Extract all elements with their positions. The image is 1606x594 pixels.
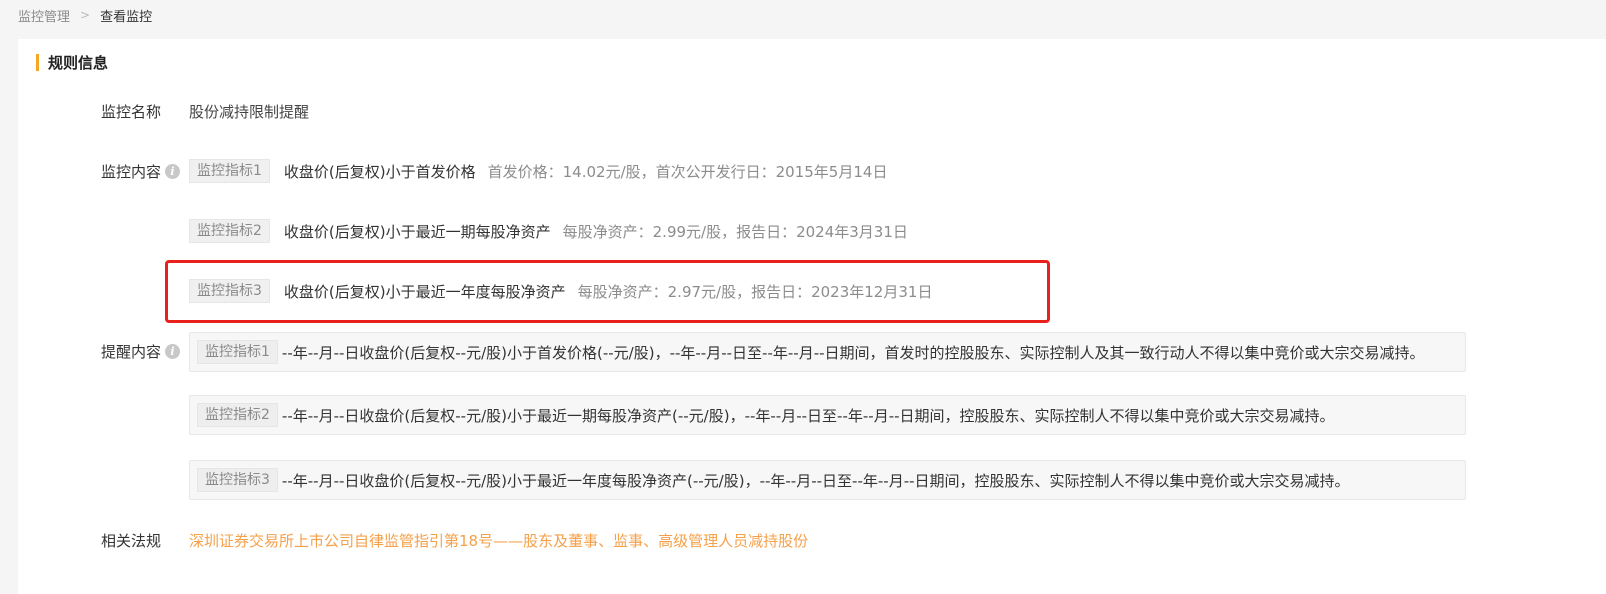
reminder-content-label: 提醒内容 i bbox=[101, 340, 181, 362]
monitor-metric-row: 监控指标2 收盘价(后复权)小于最近一期每股净资产 每股净资产：2.99元/股，… bbox=[189, 218, 908, 244]
section-title-text: 规则信息 bbox=[48, 53, 109, 72]
info-icon[interactable]: i bbox=[165, 163, 181, 179]
breadcrumb: 监控管理 > 查看监控 bbox=[18, 6, 153, 25]
reminder-text: --年--月--日收盘价(后复权--元/股)小于最近一年度每股净资产(--元/股… bbox=[281, 471, 1350, 490]
metric-tag: 监控指标2 bbox=[189, 219, 270, 243]
reminder-item: 监控指标1 --年--月--日收盘价(后复权--元/股)小于首发价格(--元/股… bbox=[189, 332, 1466, 372]
reminder-item: 监控指标3 --年--月--日收盘价(后复权--元/股)小于最近一年度每股净资产… bbox=[189, 460, 1466, 500]
monitor-content-label: 监控内容 i bbox=[101, 160, 181, 182]
highlight-annotation-box bbox=[165, 260, 1050, 323]
reminder-text: --年--月--日收盘价(后复权--元/股)小于首发价格(--元/股)，--年-… bbox=[281, 343, 1425, 362]
monitor-name-label: 监控名称 bbox=[101, 100, 161, 122]
law-link[interactable]: 深圳证券交易所上市公司自律监管指引第18号——股东及董事、监事、高级管理人员减持… bbox=[189, 529, 808, 551]
metric-tag: 监控指标1 bbox=[189, 159, 270, 183]
reminder-item: 监控指标2 --年--月--日收盘价(后复权--元/股)小于最近一期每股净资产(… bbox=[189, 395, 1466, 435]
law-label-text: 相关法规 bbox=[101, 531, 162, 550]
info-icon[interactable]: i bbox=[165, 343, 181, 359]
law-label: 相关法规 bbox=[101, 529, 161, 551]
rule-info-panel: 规则信息 监控名称 股份减持限制提醒 监控内容 i 监控指标1 收盘价(后复权)… bbox=[18, 39, 1606, 594]
metric-condition: 收盘价(后复权)小于最近一期每股净资产 bbox=[283, 222, 551, 241]
breadcrumb-parent[interactable]: 监控管理 bbox=[18, 6, 70, 25]
breadcrumb-separator-icon: > bbox=[80, 8, 91, 22]
monitor-metric-row: 监控指标1 收盘价(后复权)小于首发价格 首发价格：14.02元/股，首次公开发… bbox=[189, 158, 887, 184]
monitor-name-value: 股份减持限制提醒 bbox=[189, 102, 310, 121]
metric-detail: 每股净资产：2.99元/股，报告日：2024年3月31日 bbox=[562, 222, 908, 241]
reminder-tag: 监控指标3 bbox=[197, 468, 278, 492]
reminder-tag: 监控指标2 bbox=[197, 403, 278, 427]
metric-condition: 收盘价(后复权)小于首发价格 bbox=[283, 162, 476, 181]
breadcrumb-current: 查看监控 bbox=[100, 9, 153, 25]
section-title: 规则信息 bbox=[36, 53, 109, 72]
section-accent-bar bbox=[36, 53, 39, 71]
reminder-text: --年--月--日收盘价(后复权--元/股)小于最近一期每股净资产(--元/股)… bbox=[281, 406, 1335, 425]
monitor-content-label-text: 监控内容 bbox=[101, 162, 162, 181]
monitor-name-label-text: 监控名称 bbox=[101, 102, 162, 121]
metric-detail: 首发价格：14.02元/股，首次公开发行日：2015年5月14日 bbox=[487, 162, 888, 181]
reminder-tag: 监控指标1 bbox=[197, 340, 278, 364]
reminder-content-label-text: 提醒内容 bbox=[101, 342, 162, 361]
